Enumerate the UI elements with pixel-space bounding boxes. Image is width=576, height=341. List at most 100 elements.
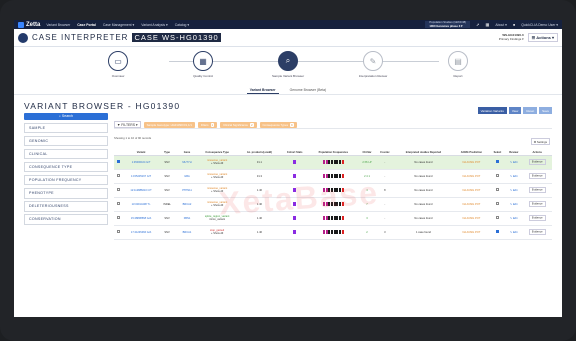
review-button[interactable]: ✎ Edit: [505, 211, 523, 226]
filter-count: 2: [249, 122, 254, 127]
nav-item[interactable]: Case Portal: [77, 23, 96, 27]
filter-section[interactable]: DELETERIOUSNESS: [24, 201, 108, 212]
filter-chip[interactable]: Consequence Types 9: [259, 121, 297, 128]
filter-chip[interactable]: Filters 1: [197, 121, 218, 128]
consequence-more[interactable]: + Show All: [197, 190, 237, 193]
select-checkbox[interactable]: [495, 159, 500, 164]
table-row[interactable]: 1:155235167 G/T SNV GBA missense_variant + S…: [114, 169, 552, 184]
app-logo[interactable]: Zetta: [18, 21, 40, 28]
row-checkbox[interactable]: [116, 173, 121, 178]
nav-item[interactable]: Variant Browser: [46, 23, 70, 27]
user-icon: ●: [512, 22, 516, 27]
evidence-button[interactable]: Evidence: [528, 215, 546, 221]
select-checkbox[interactable]: [495, 173, 500, 178]
filter-section[interactable]: POPULATION FREQUENCY: [24, 174, 108, 186]
step-icon: ✎: [363, 51, 383, 71]
evidence-button[interactable]: Evidence: [528, 229, 546, 235]
review-button[interactable]: ✎ Edit: [505, 155, 523, 170]
settings-button[interactable]: ⚙ Settings: [530, 138, 550, 145]
variant-id[interactable]: 17:41245466 G/A: [122, 225, 160, 240]
filter-section[interactable]: CONSEQUENCE TYPE: [24, 161, 108, 173]
evidence-button[interactable]: Evidence: [528, 159, 546, 165]
table-row[interactable]: 13:32914438 T/- INDEL BRCA2 missense_varian…: [114, 197, 552, 212]
about-menu[interactable]: About ▾: [495, 23, 507, 27]
view-tab[interactable]: Genome Browser (Beta): [287, 87, 330, 94]
clinvar-value: 2 Pb LP: [358, 155, 376, 170]
evidence-button[interactable]: Evidence: [528, 187, 546, 193]
search-button[interactable]: ⌕ Search: [24, 113, 108, 120]
consequence-more[interactable]: + Show All: [197, 232, 237, 235]
consequence-more[interactable]: intron_variant: [197, 218, 237, 221]
grid-icon[interactable]: ▦: [486, 22, 490, 27]
column-header: Interpreted studies Reported: [393, 145, 454, 156]
select-checkbox[interactable]: [495, 201, 500, 206]
select-cell: [489, 155, 506, 170]
table-row[interactable]: 15:48808568 G/A SNV FBN1 splice_region_vari…: [114, 211, 552, 226]
row-checkbox[interactable]: [116, 159, 121, 164]
variant-id[interactable]: 1:155235167 G/T: [122, 169, 160, 184]
review-button[interactable]: ✎ Edit: [505, 197, 523, 212]
table-row[interactable]: 12:112888210 C/T SNV PTPN11 missense_varian…: [114, 183, 552, 198]
variant-id[interactable]: 13:32914438 T/-: [122, 197, 160, 212]
table-row[interactable]: 1:45000104 G/T SNV MUTYH missense_variant + …: [114, 155, 552, 170]
review-button[interactable]: ✎ Edit: [505, 169, 523, 184]
filter-section[interactable]: PHENOTYPE: [24, 188, 108, 199]
view-tab[interactable]: Variant Browser: [246, 87, 279, 94]
nav-item[interactable]: Variant Analysis ▾: [141, 23, 168, 27]
column-header: Variant: [122, 145, 160, 156]
row-checkbox[interactable]: [116, 215, 121, 220]
consequence-more[interactable]: + Show All: [197, 204, 237, 207]
save-button[interactable]: Save: [539, 107, 552, 114]
evidence-button[interactable]: Evidence: [528, 173, 546, 179]
row-checkbox[interactable]: [116, 187, 121, 192]
filter-section[interactable]: CONSERVATION: [24, 214, 108, 225]
nav-item[interactable]: Case Management ▾: [103, 23, 134, 27]
table-row[interactable]: 17:41245466 G/A SNV BRCA1 stop_gained + Show…: [114, 225, 552, 240]
gene-name[interactable]: BRCA1: [177, 225, 197, 240]
variant-id[interactable]: 1:45000104 G/T: [122, 155, 160, 170]
step-icon: ▦: [193, 51, 213, 71]
gene-name[interactable]: FBN1: [177, 211, 197, 226]
workflow-step[interactable]: ▦ Quality Control: [183, 51, 223, 78]
actions-button[interactable]: ☰ Actions ▾: [527, 33, 558, 42]
evidence-button[interactable]: Evidence: [528, 201, 546, 207]
variation-variants-button[interactable]: Variation Variants: [477, 107, 507, 114]
filter-chip[interactable]: Clinical Significance 2: [220, 121, 257, 128]
filter-section[interactable]: GENOMIC: [24, 135, 108, 147]
gene-name[interactable]: BRCA2: [177, 197, 197, 212]
workflow-step[interactable]: ⌕ Sample Variant Browser: [268, 51, 308, 78]
gene-name[interactable]: PTPN11: [177, 183, 197, 198]
gene-name[interactable]: MUTYH: [177, 155, 197, 170]
workflow-step[interactable]: ▤ Report: [438, 51, 478, 78]
view-button[interactable]: View: [508, 107, 522, 114]
filter-section[interactable]: CLINICAL: [24, 148, 108, 160]
filter-section[interactable]: SAMPLE: [24, 122, 108, 134]
row-checkbox[interactable]: [116, 229, 121, 234]
select-checkbox[interactable]: [495, 215, 500, 220]
variant-id[interactable]: 15:48808568 G/A: [122, 211, 160, 226]
column-header: Cosmic: [375, 145, 394, 156]
filter-chip[interactable]: Sample Genotype: HG01390:0/1,1/1: [143, 121, 195, 128]
project-selector[interactable]: Population Studies (GRCh38) 1000 Genomes…: [425, 21, 471, 28]
consequence-more[interactable]: + Show All: [197, 176, 237, 179]
row-checkbox[interactable]: [116, 201, 121, 206]
reset-button[interactable]: Reset: [523, 107, 538, 114]
nav-item[interactable]: Catalog ▾: [175, 23, 189, 27]
user-menu[interactable]: QuickCLIA Demo User ▾: [521, 23, 558, 27]
review-button[interactable]: ✎ Edit: [505, 183, 523, 198]
workflow-step[interactable]: ▭ Overview: [98, 51, 138, 78]
select-checkbox[interactable]: [495, 187, 500, 192]
gene-name[interactable]: GBA: [177, 169, 197, 184]
cadd-score: 1.46: [238, 225, 281, 240]
variant-id[interactable]: 12:112888210 C/T: [122, 183, 160, 198]
column-header: ClinVar: [358, 145, 376, 156]
select-checkbox[interactable]: [495, 229, 500, 234]
review-button[interactable]: ✎ Edit: [505, 225, 523, 240]
consequence-more[interactable]: + Show All: [197, 162, 237, 165]
step-icon: ⌕: [278, 51, 298, 71]
workflow-step[interactable]: ✎ Interpretation Review: [353, 51, 393, 78]
case-title: CASE INTERPRETER: [32, 33, 129, 42]
column-header: Review: [505, 145, 523, 156]
filters-dropdown[interactable]: ▼ FILTERS ▾: [114, 121, 141, 128]
rocket-icon[interactable]: ➚: [476, 22, 479, 27]
